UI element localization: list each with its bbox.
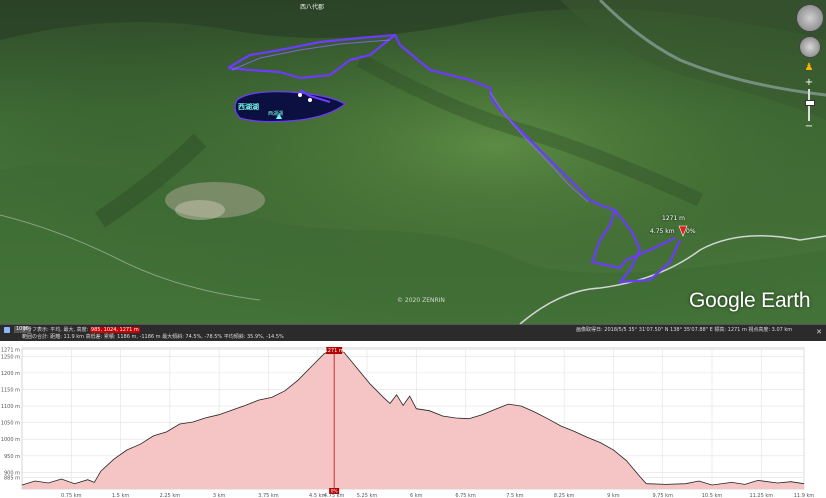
x-tick-label: 7.5 km (506, 493, 523, 498)
map-view[interactable]: 西八代郡 西湖湖 西湖湖 1271 m 4.75 km 0% © 2020 ZE… (0, 0, 826, 324)
google-earth-logo: Google Earth (689, 289, 811, 312)
x-tick-label: 1.5 km (112, 493, 129, 498)
x-tick-label: 11.9 km (794, 493, 815, 498)
y-tick-label: 1000 m (1, 437, 20, 443)
y-tick-label: 885 m (4, 475, 20, 481)
elevation-status-bar: 1096 グラフ表示: 平均, 最大, 高度: 985, 1024, 1271 … (0, 324, 826, 341)
y-tick-label: 950 m (4, 454, 20, 460)
y-tick-label: 1250 m (1, 354, 20, 360)
zoom-knob[interactable] (805, 100, 815, 106)
lake-sublabel[interactable]: 西湖湖 (268, 110, 283, 117)
x-tick-label: 3.75 km (258, 493, 279, 498)
move-icon[interactable] (799, 36, 821, 58)
x-tick-label: 10.5 km (702, 493, 723, 498)
x-tick-label: 11.25 km (749, 493, 773, 498)
x-tick-label: 9 km (607, 493, 620, 498)
x-tick-label: 2.25 km (160, 493, 181, 498)
info-icon[interactable] (4, 326, 10, 333)
navigation-controls: ♟ + − (796, 4, 824, 134)
y-tick-label: 1100 m (1, 404, 20, 410)
place-label: 西八代郡 (300, 4, 325, 11)
zoom-slider[interactable]: + − (804, 78, 815, 132)
y-tick-label: 1200 m (1, 371, 20, 377)
pegman-icon[interactable]: ♟ (804, 62, 814, 74)
look-icon[interactable] (796, 4, 824, 32)
y-tick-label: 1271 m (1, 347, 20, 353)
x-tick-label: 8.25 km (554, 493, 575, 498)
x-tick-label: 0.75 km (61, 493, 82, 498)
map-copyright: © 2020 ZENRIN (397, 297, 445, 304)
graph-stats: グラフ表示: 平均, 最大, 高度: 985, 1024, 1271 m (22, 326, 140, 333)
x-tick-label: 9.75 km (652, 493, 673, 498)
x-tick-label: 3 km (213, 493, 226, 498)
lake-label[interactable]: 西湖湖 (238, 102, 259, 112)
waypoint-icon[interactable] (298, 93, 302, 97)
elevation-profile[interactable]: 1271 m 1250 m 1200 m 1150 m 1100 m 1050 m 1000… (0, 341, 826, 498)
zoom-plus-icon[interactable]: + (804, 78, 814, 88)
close-icon[interactable]: ✕ (815, 328, 823, 336)
x-tick-label: 5.25 km (357, 493, 378, 498)
range-summary: 範囲の合計: 距離: 11.9 km 高低差: 累積: 1186 m, -118… (22, 334, 284, 340)
x-tick-label: 6 km (410, 493, 423, 498)
y-tick-label: 1150 m (1, 387, 20, 393)
zoom-minus-icon[interactable]: − (804, 122, 814, 132)
cursor-elevation-label: 1271 m (325, 348, 344, 354)
terrain-imagery (0, 0, 826, 324)
marker-elevation: 1271 m (662, 215, 686, 222)
y-tick-label: 1050 m (1, 421, 20, 427)
imagery-info: 画像取得日: 2018/5/5 35° 31'07.50" N 138° 35'… (576, 327, 793, 333)
x-tick-label: 6.75 km (455, 493, 476, 498)
marker-percent: 0% (686, 228, 696, 235)
x-tick-label: 4.75 km (324, 493, 345, 498)
marker-distance: 4.75 km (650, 228, 675, 235)
elevation-chart[interactable]: 1271 m1250 m1200 m1150 m1100 m1050 m1000… (0, 341, 826, 498)
